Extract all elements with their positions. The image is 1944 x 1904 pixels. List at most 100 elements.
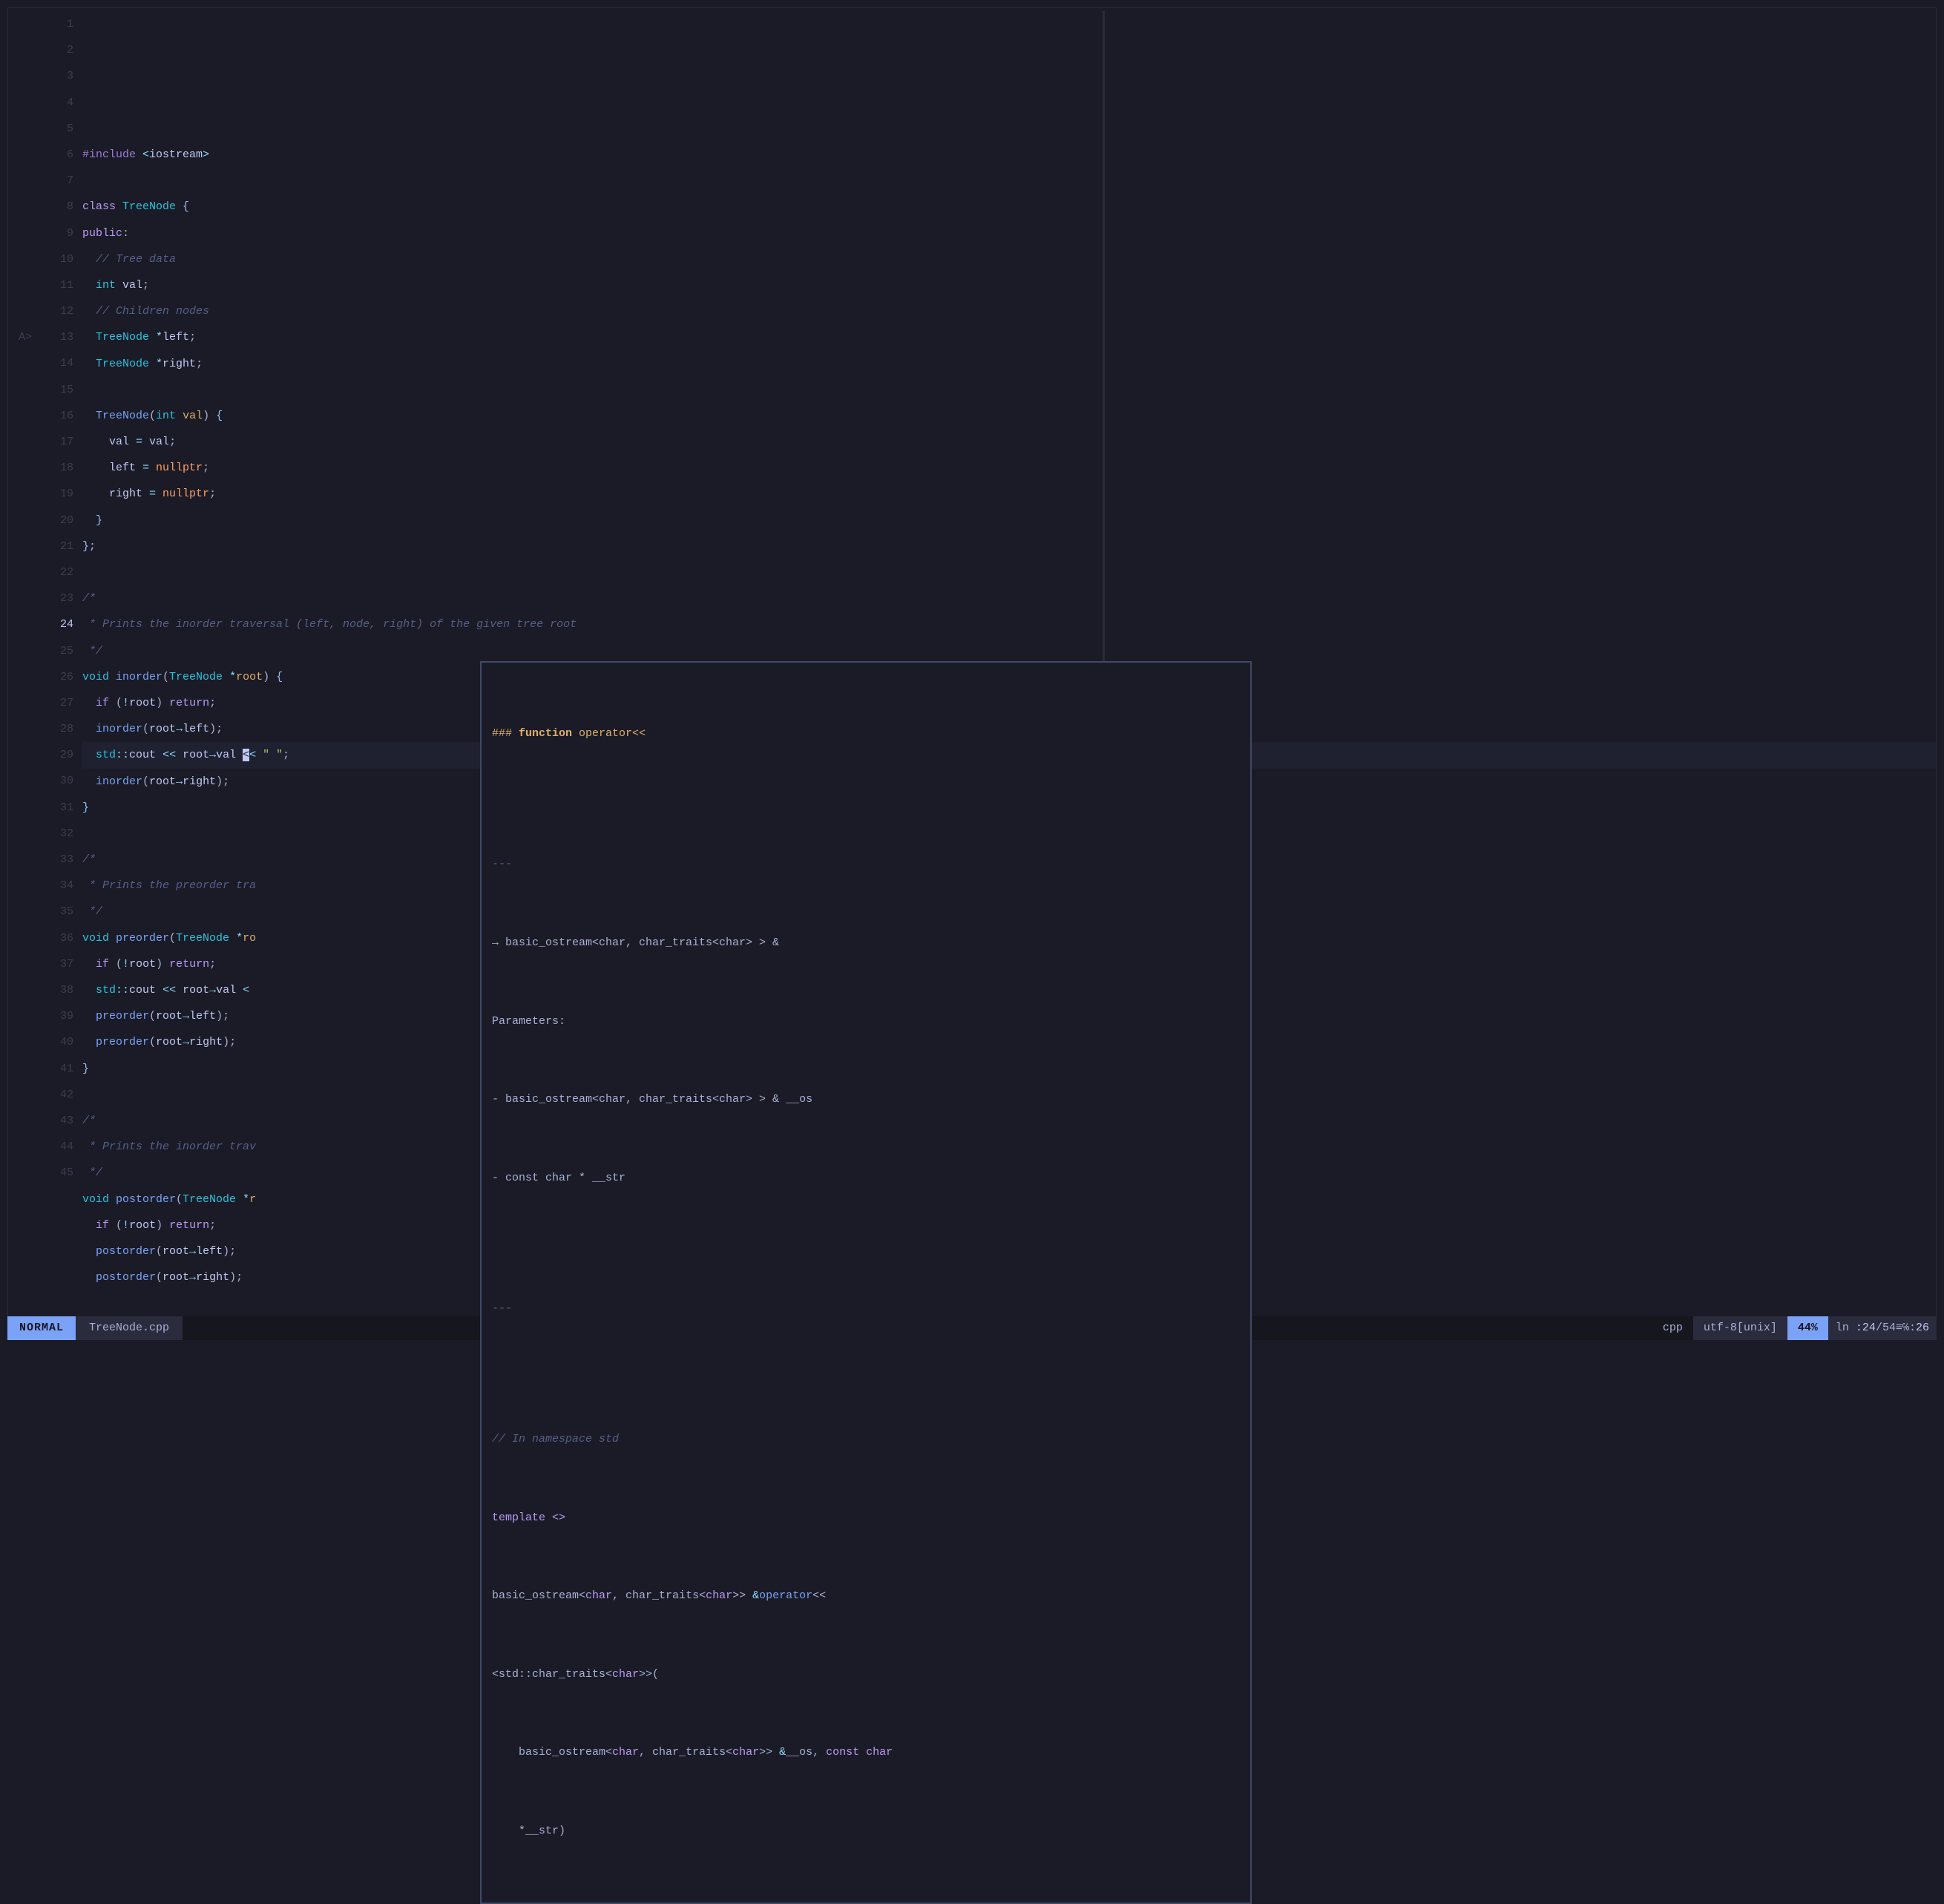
sign-cell [8,116,50,142]
code-line[interactable]: /* [82,585,1936,611]
sign-cell [8,481,50,507]
line-number: 35 [50,899,73,925]
sign-cell [8,246,50,272]
line-number: 44 [50,1134,73,1160]
sign-cell [8,664,50,690]
lsp-hover-popup[interactable]: ### function operator<< --- → basic_ostr… [480,661,1252,1904]
code-line[interactable] [82,559,1936,585]
hover-decl-line-1: basic_ostream<char, char_traits<char>> &… [492,1583,1240,1609]
code-line[interactable]: * Prints the inorder traversal (left, no… [82,611,1936,637]
line-number: 32 [50,821,73,847]
code-line[interactable] [82,377,1936,403]
sign-cell [8,142,50,168]
code-line[interactable]: // Tree data [82,246,1936,272]
hover-decl-line-3: basic_ostream<char, char_traits<char>> &… [492,1739,1240,1765]
mode-indicator: NORMAL [7,1316,76,1340]
line-number: 41 [50,1056,73,1082]
sign-cell [8,1108,50,1134]
sign-cell [8,742,50,768]
sign-cell [8,847,50,873]
sign-cell [8,821,50,847]
sign-cell [8,429,50,455]
sign-cell [8,716,50,742]
sign-cell [8,559,50,585]
position-indicator: ln :24/54≡℅:26 [1828,1316,1937,1340]
sign-cell [8,90,50,116]
sign-cell [8,220,50,246]
line-number: 28 [50,716,73,742]
sign-cell [8,377,50,403]
line-number: 6 [50,142,73,168]
code-line[interactable]: val = val; [82,429,1936,455]
sign-cell [8,1003,50,1029]
code-line[interactable]: left = nullptr; [82,455,1936,481]
sign-cell [8,168,50,194]
line-number: 7 [50,168,73,194]
code-line[interactable]: right = nullptr; [82,481,1936,507]
sign-cell [8,37,50,63]
line-number: 14 [50,350,73,376]
hover-param-1: - basic_ostream<char, char_traits<char> … [492,1086,1240,1112]
hover-separator: --- [492,851,1240,877]
line-number: 26 [50,664,73,690]
line-number: 15 [50,377,73,403]
line-number: 8 [50,194,73,220]
sign-cell [8,298,50,324]
line-number: 33 [50,847,73,873]
line-number: 21 [50,534,73,559]
editor-body[interactable]: A> 1234567891011121314151617181920212223… [7,7,1937,1316]
line-number: 27 [50,690,73,716]
hover-separator: --- [492,1296,1240,1322]
line-number: 30 [50,768,73,794]
code-area[interactable]: ### function operator<< --- → basic_ostr… [82,8,1936,1316]
percent-indicator: 44% [1787,1316,1828,1340]
code-line[interactable]: */ [82,638,1936,664]
sign-cell [8,638,50,664]
line-number: 2 [50,37,73,63]
hover-heading: ### function operator<< [492,727,646,740]
sign-cell [8,194,50,220]
line-number: 42 [50,1082,73,1108]
line-number: 9 [50,220,73,246]
sign-cell: A> [8,324,50,350]
sign-cell [8,350,50,376]
line-number: 38 [50,977,73,1003]
code-line[interactable]: // Children nodes [82,298,1936,324]
sign-cell [8,1056,50,1082]
code-line[interactable]: #include <iostream> [82,142,1936,168]
line-number: 4 [50,90,73,116]
line-number: 43 [50,1108,73,1134]
code-line[interactable]: TreeNode *right; [82,351,1936,377]
sign-cell [8,690,50,716]
sign-cell [8,272,50,298]
sign-cell [8,508,50,534]
line-number: 11 [50,272,73,298]
code-line[interactable]: class TreeNode { [82,194,1936,220]
sign-cell [8,951,50,977]
code-line[interactable]: TreeNode(int val) { [82,403,1936,429]
line-number: 3 [50,63,73,89]
line-number: 25 [50,638,73,664]
hover-params-label: Parameters: [492,1008,1240,1034]
code-line[interactable]: int val; [82,272,1936,298]
sign-cell [8,768,50,794]
editor-window: A> 1234567891011121314151617181920212223… [0,0,1944,1189]
line-number: 37 [50,951,73,977]
line-number: 29 [50,742,73,768]
sign-cell [8,534,50,559]
line-number: 17 [50,429,73,455]
line-number: 45 [50,1160,73,1186]
hover-return-type: → basic_ostream<char, char_traits<char> … [492,930,1240,956]
code-line[interactable]: TreeNode *left; [82,324,1936,350]
code-line[interactable]: public: [82,220,1936,246]
line-number: 1 [50,11,73,37]
sign-cell [8,977,50,1003]
filename-indicator: TreeNode.cpp [76,1316,183,1340]
code-line[interactable]: } [82,508,1936,534]
hover-decl-line-4: *__str) [492,1818,1240,1844]
line-number: 39 [50,1003,73,1029]
code-line[interactable] [82,168,1936,194]
line-number: 10 [50,246,73,272]
line-number-gutter: 1234567891011121314151617181920212223242… [50,8,82,1316]
code-line[interactable]: }; [82,534,1936,559]
